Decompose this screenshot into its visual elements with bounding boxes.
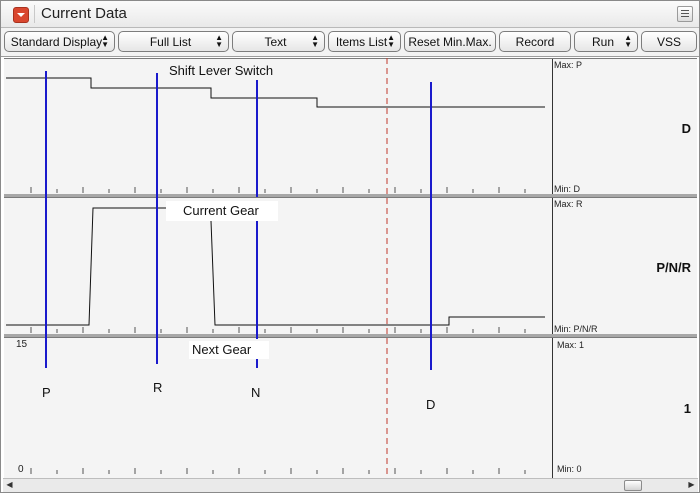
position-label-r: R <box>153 380 162 395</box>
position-label-n: N <box>251 385 260 400</box>
scroll-right-icon[interactable]: ▶ <box>686 480 697 490</box>
graph-overlay: Shift Lever Switch Current Gear Next Gea… <box>6 58 545 477</box>
graph-name-next-gear: Next Gear <box>192 342 252 357</box>
current-gear-trace <box>210 220 545 326</box>
shift-lever-trace <box>6 77 545 108</box>
current-data-window: Current Data Standard Display ▲ ▼ Full Li… <box>0 0 700 493</box>
graph-name-current-gear: Current Gear <box>183 203 260 218</box>
scroll-thumb[interactable] <box>624 480 642 491</box>
scroll-left-icon[interactable]: ◀ <box>4 480 15 490</box>
horizontal-scrollbar[interactable]: ◀ ▶ <box>3 478 698 492</box>
graph-name-shift-lever: Shift Lever Switch <box>169 63 273 78</box>
position-label-p: P <box>42 385 51 400</box>
current-gear-trace <box>6 207 166 326</box>
tick-marks <box>30 187 526 474</box>
position-label-d: D <box>426 397 435 412</box>
